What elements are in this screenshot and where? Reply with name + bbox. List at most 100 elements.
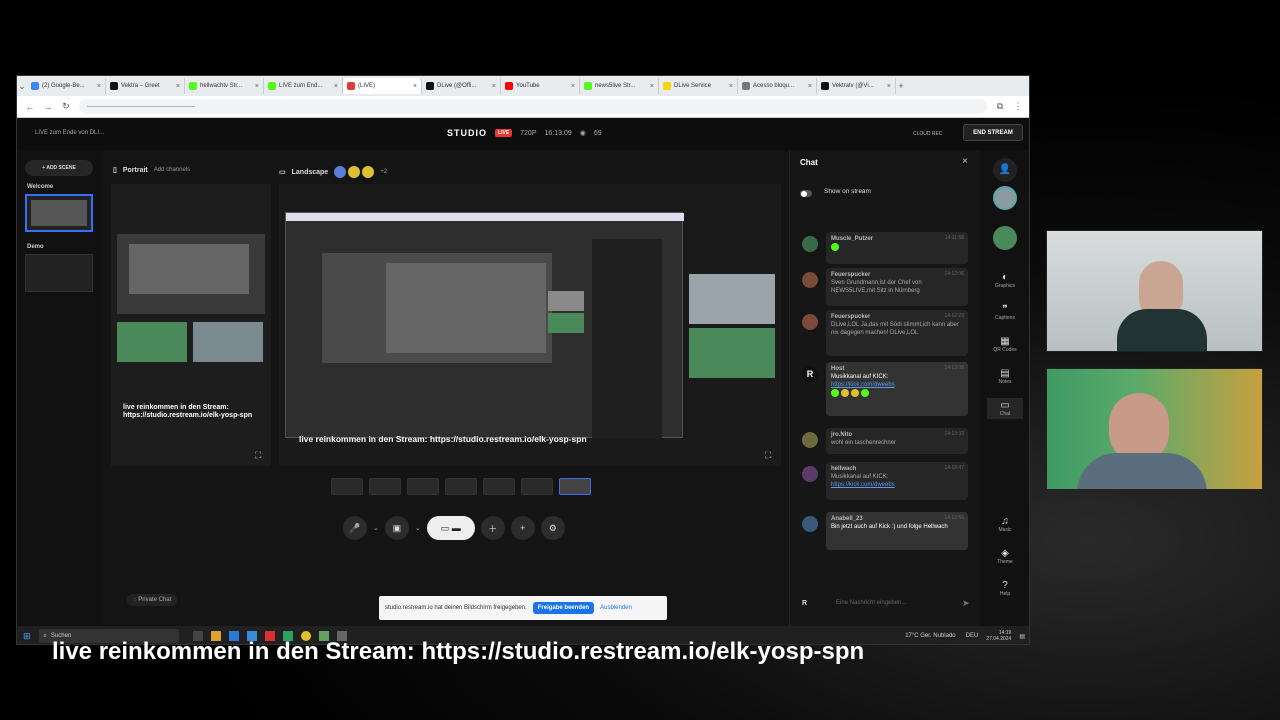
close-tab-icon[interactable]: ×: [887, 83, 891, 90]
private-chat-button[interactable]: ◌ Private Chat: [127, 594, 178, 606]
layout-option[interactable]: [445, 478, 477, 495]
add-guest-icon[interactable]: 👤: [993, 158, 1017, 182]
clock[interactable]: 14:19 27.04.2024: [986, 630, 1011, 642]
chat-text: Sven Grundmann,ist der Chef von NEWS5LIV…: [831, 280, 922, 295]
close-tab-icon[interactable]: ×: [176, 83, 180, 90]
browser-tab[interactable]: news5live Str... ×: [580, 78, 659, 94]
close-tab-icon[interactable]: ×: [729, 83, 733, 90]
close-tab-icon[interactable]: ×: [334, 83, 338, 90]
fullscreen-icon[interactable]: ⛶: [765, 450, 771, 461]
chat-message: jro.Nito 14:13:32 wohl ein taschenrechne…: [826, 428, 968, 454]
browser-tab[interactable]: DLive (@Offi... ×: [422, 78, 501, 94]
avatar: [802, 432, 818, 448]
portrait-header: ▯ Portrait Add channels: [113, 166, 190, 175]
favicon-icon: [189, 82, 197, 90]
address-input[interactable]: ——————————————————: [79, 99, 987, 114]
close-tab-icon[interactable]: ×: [650, 83, 654, 90]
layout-option[interactable]: [521, 478, 553, 495]
reload-icon[interactable]: ↻: [61, 101, 71, 112]
fullscreen-icon[interactable]: ⛶: [255, 450, 261, 461]
landscape-label: Landscape: [291, 168, 329, 176]
chat-link[interactable]: https://kick.com/dweebs: [831, 482, 895, 488]
layout-option[interactable]: [483, 478, 515, 495]
rail-theme[interactable]: ◈ Theme: [979, 548, 1029, 565]
back-icon[interactable]: ←: [25, 102, 35, 112]
close-tab-icon[interactable]: ×: [255, 83, 259, 90]
guest-avatar[interactable]: [993, 226, 1017, 250]
favicon-icon: [821, 82, 829, 90]
menu-icon[interactable]: ⋮: [1013, 101, 1023, 112]
microphone-icon[interactable]: 🎤: [343, 516, 367, 540]
browser-tab[interactable]: (LIVE) ×: [343, 78, 422, 94]
browser-tab[interactable]: Acesso bloqu... ×: [738, 78, 817, 94]
rail-label: Graphics: [994, 283, 1015, 289]
chat-message: Anabell_23 14:13:50 Bin jetzt auch auf K…: [826, 512, 968, 550]
rail-qr-codes[interactable]: ▦ QR Codes: [979, 336, 1029, 353]
language-indicator[interactable]: DEU: [966, 633, 979, 639]
browser-tab[interactable]: DLive Service ×: [659, 78, 738, 94]
layout-option[interactable]: [407, 478, 439, 495]
scene-thumb-welcome[interactable]: [25, 194, 93, 232]
chat-author: Muscle_Putzer: [831, 236, 874, 242]
browser-tab[interactable]: Vektratv (@Vi... ×: [817, 78, 896, 94]
forward-icon[interactable]: →: [43, 102, 53, 112]
send-icon[interactable]: ➤: [962, 598, 970, 609]
show-on-stream-toggle[interactable]: [800, 190, 812, 197]
controls-bar: 🎤 ⌄ ▣ ⌄ ▭ ▬ ＋ + ⚙: [343, 516, 565, 540]
hide-button[interactable]: Ausblenden: [600, 605, 632, 611]
close-icon[interactable]: ×: [962, 156, 968, 167]
close-tab-icon[interactable]: ×: [413, 83, 417, 90]
stream-title[interactable]: LIVE zum Ende von DLI...: [35, 130, 104, 136]
chevron-down-icon[interactable]: ⌄: [373, 524, 379, 532]
chevron-down-icon[interactable]: ⌄: [415, 524, 421, 532]
close-tab-icon[interactable]: ×: [492, 83, 496, 90]
chat-link[interactable]: https://kick.com/dweebs: [831, 382, 895, 388]
layout-option[interactable]: [331, 478, 363, 495]
chat-author: Feuerspucker: [831, 272, 871, 278]
layout-option-selected[interactable]: [559, 478, 591, 495]
notification-icon[interactable]: ▤: [1019, 633, 1025, 640]
rail-captions[interactable]: ❞ Captions: [979, 304, 1029, 321]
browser-tab[interactable]: YouTube ×: [501, 78, 580, 94]
landscape-preview[interactable]: live reinkommen in den Stream: https://s…: [279, 184, 781, 466]
extensions-icon[interactable]: ⧉: [995, 101, 1005, 112]
scene-thumb-demo[interactable]: [25, 254, 93, 292]
end-stream-button[interactable]: END STREAM: [963, 124, 1023, 141]
close-tab-icon[interactable]: ×: [97, 83, 101, 90]
favicon-icon: [31, 82, 39, 90]
browser-tab[interactable]: hellwachtv Str... ×: [185, 78, 264, 94]
rail-notes[interactable]: ▤ Notes: [979, 368, 1029, 385]
weather-widget[interactable]: 17°C Ger. Nublado: [905, 633, 955, 639]
emote-icon: [831, 389, 839, 398]
add-scene-button[interactable]: + ADD SCENE: [25, 160, 93, 176]
chat-input[interactable]: Eine Nachricht eingeben...: [836, 600, 906, 606]
settings-icon[interactable]: ⚙: [540, 516, 565, 540]
layout-option[interactable]: [369, 478, 401, 495]
camera-icon[interactable]: ▣: [384, 516, 409, 540]
rail-label: Music: [998, 527, 1012, 533]
rail-chat[interactable]: ▭ Chat: [987, 398, 1023, 419]
avatar: [802, 466, 818, 482]
tab-search-icon[interactable]: ⌄: [17, 81, 27, 92]
add-channels-link[interactable]: Add channels: [154, 167, 190, 173]
favicon-icon: [742, 82, 750, 90]
rail-graphics[interactable]: ◐ Graphics: [979, 272, 1029, 289]
new-tab-button[interactable]: +: [896, 81, 906, 91]
favicon-icon: [268, 82, 276, 90]
share-screen-button[interactable]: ▭ ▬: [426, 516, 475, 540]
invite-guest-icon[interactable]: ＋: [480, 516, 505, 540]
browser-tab[interactable]: (2) Google-Be... ×: [27, 78, 106, 94]
rail-help[interactable]: ? Help: [979, 580, 1029, 597]
add-source-icon[interactable]: +: [510, 516, 535, 540]
browser-tab[interactable]: LIVE zum End... ×: [264, 78, 343, 94]
stop-sharing-button[interactable]: Freigabe beenden: [532, 602, 595, 614]
browser-tab[interactable]: Vektra – Greet ×: [106, 78, 185, 94]
rail-music[interactable]: ♫ Music: [979, 516, 1029, 533]
chat-account-icon[interactable]: R: [802, 600, 807, 607]
portrait-preview[interactable]: live reinkommen in den Stream: https://s…: [111, 184, 271, 466]
close-tab-icon[interactable]: ×: [808, 83, 812, 90]
theme-icon: ◈: [1001, 548, 1009, 559]
windows-start-icon[interactable]: ⊞: [23, 631, 31, 642]
guest-avatar[interactable]: [993, 186, 1017, 210]
close-tab-icon[interactable]: ×: [571, 83, 575, 90]
